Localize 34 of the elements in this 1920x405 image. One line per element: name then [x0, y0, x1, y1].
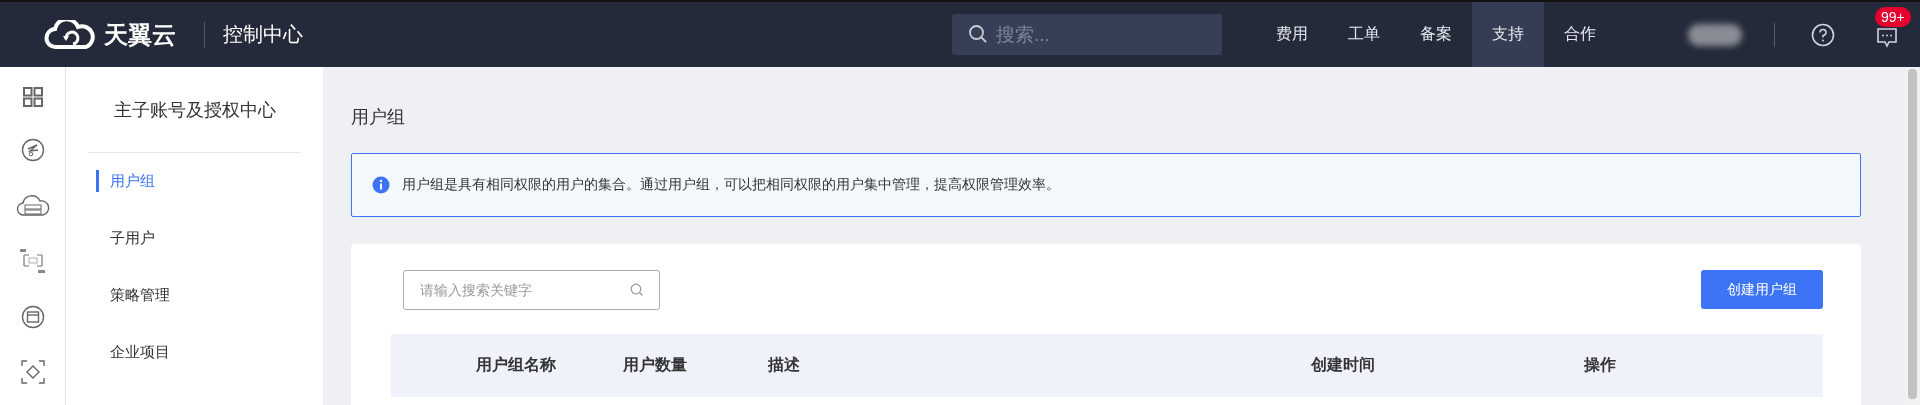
console-title: 控制中心 — [223, 22, 303, 47]
nav-link[interactable]: 合作 — [1544, 2, 1616, 67]
grid-icon[interactable] — [22, 87, 43, 107]
brand-name: 天翼云 — [104, 19, 176, 50]
sidebar-item[interactable]: 策略管理 — [66, 267, 323, 324]
column-header: 创建时间 — [1311, 355, 1375, 375]
page-title: 用户组 — [351, 106, 406, 129]
info-icon — [372, 176, 390, 194]
window-circle-icon[interactable] — [20, 305, 45, 329]
user-avatar[interactable] — [1688, 23, 1742, 46]
network-icon[interactable] — [18, 248, 47, 274]
cloud-logo-icon — [44, 19, 96, 50]
search-icon — [630, 283, 644, 297]
keyword-search-field[interactable]: 请输入搜索关键字 — [403, 270, 660, 310]
column-header: 操作 — [1584, 355, 1616, 375]
info-text: 用户组是具有相同权限的用户的集合。通过用户组，可以把相同权限的用户集中管理，提高权限管理效率。 — [402, 176, 1060, 194]
notification-badge: 99+ — [1875, 6, 1911, 27]
nav-link[interactable]: 费用 — [1256, 2, 1328, 67]
column-header: 用户数量 — [623, 355, 687, 375]
column-header: 用户组名称 — [476, 355, 556, 375]
diamond-frame-icon[interactable] — [20, 360, 45, 384]
create-group-button[interactable]: 创建用户组 — [1701, 270, 1823, 309]
nav-link[interactable]: 支持 — [1472, 2, 1544, 67]
lightning-circle-icon[interactable] — [20, 138, 45, 162]
column-header: 描述 — [768, 355, 800, 375]
sidebar-item[interactable]: 企业项目 — [66, 324, 323, 381]
cloud-server-icon[interactable] — [15, 193, 50, 217]
search-field[interactable]: 搜索... — [952, 14, 1222, 55]
nav-link[interactable]: 备案 — [1400, 2, 1472, 67]
sidebar-item[interactable]: 子用户 — [66, 210, 323, 267]
help-icon[interactable] — [1811, 22, 1835, 47]
nav-link[interactable]: 工单 — [1328, 2, 1400, 67]
sidebar-item[interactable]: 用户组 — [96, 170, 323, 192]
sidebar-title: 主子账号及授权中心 — [112, 99, 277, 122]
